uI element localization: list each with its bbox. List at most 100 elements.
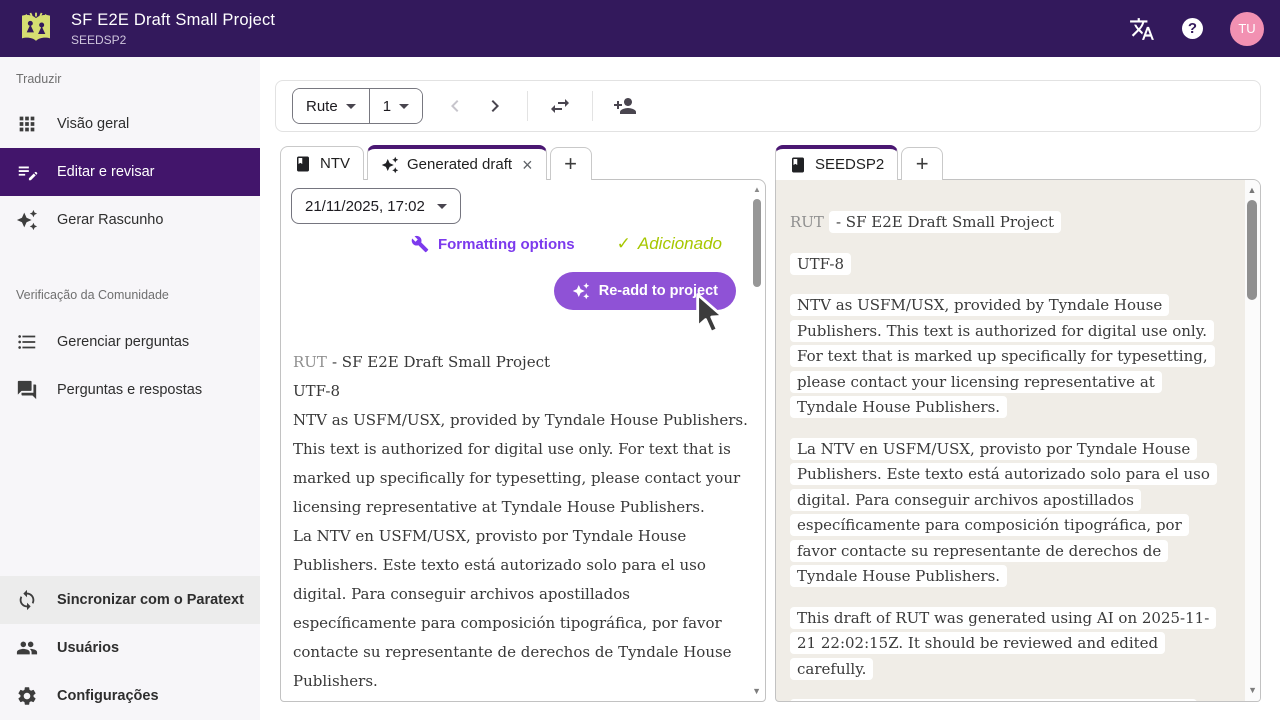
copyright-paragraph-en: NTV as USFM/USX, provided by Tyndale Hou… bbox=[293, 406, 751, 522]
gear-icon bbox=[16, 685, 38, 707]
book-code: RUT bbox=[293, 353, 327, 371]
sidebar-item-overview[interactable]: Visão geral bbox=[0, 100, 260, 148]
sidebar-item-label: Sincronizar com o Paratext bbox=[57, 592, 244, 608]
draft-panel: NTV Generated draft × + 21/11/2025, 17:0… bbox=[280, 145, 766, 702]
tab-source-ntv[interactable]: NTV bbox=[280, 146, 364, 180]
sidebar-item-label: Gerenciar perguntas bbox=[57, 334, 189, 350]
sidebar-item-users[interactable]: Usuários bbox=[0, 624, 260, 672]
chevron-down-icon bbox=[399, 104, 409, 109]
tab-generated-draft[interactable]: Generated draft × bbox=[367, 145, 547, 180]
list-bulleted-icon bbox=[16, 331, 38, 353]
wrench-icon bbox=[411, 235, 429, 253]
chevron-down-icon bbox=[437, 204, 447, 209]
project-text-editor[interactable]: RUT - SF E2E Draft Small Project UTF-8 NT… bbox=[790, 210, 1214, 702]
apps-grid-icon bbox=[16, 113, 38, 135]
language-translate-icon[interactable] bbox=[1129, 16, 1155, 42]
close-icon[interactable]: × bbox=[522, 156, 533, 174]
sidebar-section-translate: Traduzir bbox=[0, 57, 260, 100]
left-panel-tabs: NTV Generated draft × + bbox=[280, 145, 766, 180]
forum-chat-icon bbox=[16, 379, 38, 401]
top-app-bar: SF E2E Draft Small Project SEEDSP2 ? TU bbox=[0, 0, 1280, 57]
chevron-down-icon bbox=[346, 104, 356, 109]
copyright-paragraph-es: La NTV en USFM/USX, provisto por Tyndale… bbox=[790, 437, 1214, 590]
formatting-options-button[interactable]: Formatting options bbox=[411, 235, 575, 253]
book-code: RUT bbox=[790, 213, 824, 231]
app-logo-book-icon bbox=[16, 9, 56, 49]
scrollbar-thumb[interactable] bbox=[1247, 200, 1257, 300]
next-chapter-button[interactable] bbox=[475, 86, 515, 126]
scroll-up-icon[interactable]: ▲ bbox=[753, 185, 761, 195]
tab-project-seedsp2[interactable]: SEEDSP2 bbox=[775, 145, 898, 180]
scroll-up-icon[interactable]: ▲ bbox=[1248, 185, 1257, 196]
help-icon[interactable]: ? bbox=[1182, 18, 1203, 39]
breaks-notice-paragraph: Paragraph breaks have positions preserve… bbox=[790, 698, 1214, 702]
ai-notice-paragraph: This draft of RUT was generated using AI… bbox=[790, 606, 1214, 683]
encoding-line: UTF-8 bbox=[790, 252, 1214, 278]
avatar-initials: TU bbox=[1238, 21, 1255, 36]
main-content: Rute 1 bbox=[260, 57, 1280, 720]
book-chapter-selector: Rute 1 bbox=[292, 88, 423, 124]
sidebar-item-label: Perguntas e respostas bbox=[57, 382, 202, 398]
draft-text-area[interactable]: RUT - SF E2E Draft Small Project UTF-8 NT… bbox=[293, 348, 751, 702]
right-panel-tabs: SEEDSP2 + bbox=[775, 145, 1261, 180]
re-add-to-project-button[interactable]: Re-add to project bbox=[554, 272, 736, 310]
add-tab-button[interactable]: + bbox=[901, 147, 943, 180]
scripture-title-line: RUT - SF E2E Draft Small Project bbox=[293, 348, 751, 377]
scripture-title-line: RUT - SF E2E Draft Small Project bbox=[790, 210, 1214, 236]
editor-toolbar: Rute 1 bbox=[275, 80, 1261, 132]
chapter-select[interactable]: 1 bbox=[370, 89, 422, 123]
tab-label: NTV bbox=[320, 155, 350, 172]
project-panel-body: RUT - SF E2E Draft Small Project UTF-8 NT… bbox=[775, 179, 1261, 702]
book-select[interactable]: Rute bbox=[293, 89, 369, 123]
left-panel-scrollbar[interactable]: ▲ bbox=[751, 185, 763, 287]
people-icon bbox=[16, 637, 38, 659]
sidebar-item-generate-draft[interactable]: Gerar Rascunho bbox=[0, 196, 260, 244]
scripture-title: - SF E2E Draft Small Project bbox=[332, 353, 550, 371]
sidebar-item-label: Usuários bbox=[57, 640, 119, 656]
status-badge: ✓ Adicionado bbox=[617, 234, 722, 254]
check-icon: ✓ bbox=[617, 234, 631, 254]
swap-source-target-button[interactable] bbox=[540, 86, 580, 126]
sidebar-item-manage-questions[interactable]: Gerenciar perguntas bbox=[0, 318, 260, 366]
formatting-options-label: Formatting options bbox=[438, 236, 575, 253]
sparkles-icon bbox=[572, 282, 590, 300]
right-panel-scrollbar[interactable]: ▲ bbox=[1245, 185, 1259, 300]
sidebar-item-edit-review[interactable]: Editar e revisar bbox=[0, 148, 260, 196]
encoding-line: UTF-8 bbox=[293, 377, 751, 406]
sidebar-item-questions-answers[interactable]: Perguntas e respostas bbox=[0, 366, 260, 414]
plus-icon: + bbox=[564, 151, 577, 177]
sync-icon bbox=[16, 589, 38, 611]
chapter-select-value: 1 bbox=[383, 98, 391, 115]
sidebar-item-label: Gerar Rascunho bbox=[57, 212, 163, 228]
help-glyph: ? bbox=[1188, 20, 1197, 37]
book-icon bbox=[789, 156, 807, 174]
tab-label: Generated draft bbox=[407, 156, 512, 173]
scripture-title: - SF E2E Draft Small Project bbox=[829, 211, 1061, 233]
toolbar-divider bbox=[527, 91, 528, 121]
share-add-user-button[interactable] bbox=[605, 86, 645, 126]
copyright-paragraph-es: La NTV en USFM/USX, provisto por Tyndale… bbox=[293, 522, 751, 696]
project-panel: SEEDSP2 + RUT - SF E2E Draft Small Projec… bbox=[775, 145, 1261, 702]
sidebar-item-settings[interactable]: Configurações bbox=[0, 672, 260, 720]
toolbar-divider bbox=[592, 91, 593, 121]
sidebar-item-label: Configurações bbox=[57, 688, 159, 704]
draft-history-select[interactable]: 21/11/2025, 17:02 bbox=[291, 188, 461, 224]
sidebar-item-label: Editar e revisar bbox=[57, 164, 155, 180]
edit-note-icon bbox=[16, 161, 38, 183]
copyright-paragraph-en: NTV as USFM/USX, provided by Tyndale Hou… bbox=[790, 293, 1214, 421]
scroll-down-icon[interactable]: ▼ bbox=[752, 686, 761, 696]
sparkles-icon bbox=[16, 209, 38, 231]
avatar[interactable]: TU bbox=[1230, 12, 1264, 46]
draft-history-value: 21/11/2025, 17:02 bbox=[305, 198, 425, 215]
sidebar-item-label: Visão geral bbox=[57, 116, 129, 132]
scrollbar-thumb[interactable] bbox=[753, 199, 761, 287]
scroll-down-icon[interactable]: ▼ bbox=[1248, 685, 1257, 695]
add-tab-button[interactable]: + bbox=[550, 147, 592, 180]
sidebar-item-sync-paratext[interactable]: Sincronizar com o Paratext bbox=[0, 576, 260, 624]
plus-icon: + bbox=[916, 151, 929, 177]
previous-chapter-button[interactable] bbox=[435, 86, 475, 126]
re-add-button-label: Re-add to project bbox=[599, 283, 718, 299]
page-title: SF E2E Draft Small Project bbox=[71, 11, 275, 30]
book-select-value: Rute bbox=[306, 98, 338, 115]
ai-notice-line: This draft of RUT was generated using AI… bbox=[293, 696, 751, 702]
